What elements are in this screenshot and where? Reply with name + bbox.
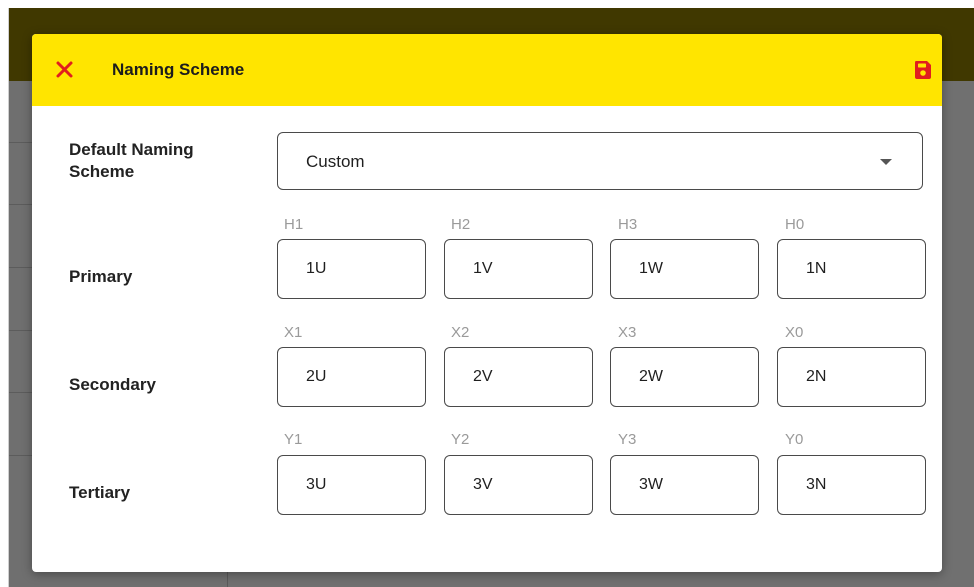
close-icon — [56, 61, 73, 78]
default-scheme-selected-value: Custom — [306, 152, 365, 171]
primary-h3-input[interactable]: 1W — [610, 239, 759, 299]
field-value: 3W — [639, 476, 663, 493]
dialog-header: Naming Scheme — [32, 34, 942, 106]
primary-label: Primary — [69, 267, 133, 286]
field-caption: Y2 — [451, 431, 470, 448]
screen: Naming Scheme Default Naming Scheme Cust… — [0, 0, 974, 587]
secondary-x3-input[interactable]: 2W — [610, 347, 759, 407]
primary-h2-input[interactable]: 1V — [444, 239, 593, 299]
field-value: 3N — [806, 476, 827, 493]
field-caption: Y0 — [785, 431, 804, 448]
field-value: 2U — [306, 368, 327, 385]
dialog-title: Naming Scheme — [112, 60, 245, 79]
tertiary-y3-input[interactable]: 3W — [610, 455, 759, 515]
field-value: 1V — [473, 260, 493, 277]
primary-h0-input[interactable]: 1N — [777, 239, 926, 299]
default-scheme-select[interactable]: Custom — [277, 132, 923, 190]
primary-h1-input[interactable]: 1U — [277, 239, 426, 299]
caret-down-icon — [880, 159, 892, 165]
naming-scheme-dialog: Naming Scheme Default Naming Scheme Cust… — [32, 34, 942, 572]
field-value: 1W — [639, 260, 663, 277]
secondary-x1-input[interactable]: 2U — [277, 347, 426, 407]
field-value: 1N — [806, 260, 827, 277]
screen-border — [0, 0, 8, 587]
default-scheme-label-line1: Default Naming — [69, 140, 194, 159]
field-value: 1U — [306, 260, 327, 277]
secondary-x0-input[interactable]: 2N — [777, 347, 926, 407]
field-caption: Y3 — [618, 431, 637, 448]
default-scheme-label: Default Naming Scheme — [69, 139, 194, 183]
field-caption: H3 — [618, 216, 638, 233]
field-caption: X2 — [451, 324, 470, 341]
field-caption: Y1 — [284, 431, 303, 448]
field-value: 2W — [639, 368, 663, 385]
secondary-x2-input[interactable]: 2V — [444, 347, 593, 407]
field-value: 2N — [806, 368, 827, 385]
field-caption: X3 — [618, 324, 637, 341]
field-caption: H1 — [284, 216, 304, 233]
save-icon — [915, 61, 931, 79]
field-caption: X0 — [785, 324, 804, 341]
secondary-label: Secondary — [69, 375, 156, 394]
default-scheme-label-line2: Scheme — [69, 162, 135, 181]
tertiary-y2-input[interactable]: 3V — [444, 455, 593, 515]
close-button[interactable] — [54, 59, 76, 81]
tertiary-y0-input[interactable]: 3N — [777, 455, 926, 515]
field-caption: H0 — [785, 216, 805, 233]
tertiary-label: Tertiary — [69, 483, 131, 502]
field-caption: H2 — [451, 216, 471, 233]
field-value: 3V — [473, 476, 493, 493]
tertiary-y1-input[interactable]: 3U — [277, 455, 426, 515]
save-button[interactable] — [913, 59, 933, 81]
field-value: 2V — [473, 368, 493, 385]
field-caption: X1 — [284, 324, 303, 341]
field-value: 3U — [306, 476, 327, 493]
